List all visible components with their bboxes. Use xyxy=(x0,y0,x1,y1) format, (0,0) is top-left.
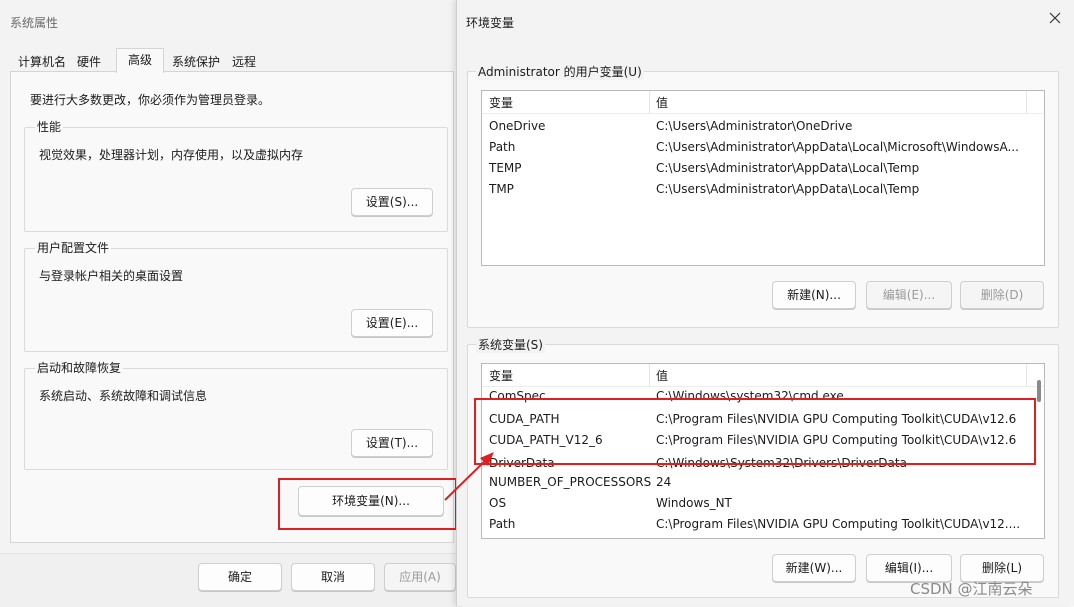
user-profiles-group-label: 用户配置文件 xyxy=(35,239,112,256)
column-header-variable[interactable]: 变量 xyxy=(489,367,513,384)
user-edit-button[interactable]: 编辑(E)... xyxy=(866,281,952,309)
variable-value: C:\Windows\System32\Drivers\DriverData xyxy=(656,456,907,470)
system-variables-section: 系统变量(S) 变量 值 ComSpec C:\Windows\system32… xyxy=(467,336,1059,598)
variable-value: C:\Users\Administrator\AppData\Local\Mic… xyxy=(656,140,1019,154)
user-profiles-group: 用户配置文件 与登录帐户相关的桌面设置 设置(E)... xyxy=(24,239,448,352)
variable-name: NUMBER_OF_PROCESSORS xyxy=(489,475,652,489)
variable-value: C:\Windows\system32\cmd.exe xyxy=(656,389,844,403)
variable-name: Path xyxy=(489,140,516,154)
list-item[interactable]: DriverData C:\Windows\System32\Drivers\D… xyxy=(482,453,1044,474)
variable-value: C:\Users\Administrator\AppData\Local\Tem… xyxy=(656,182,920,196)
column-header-value[interactable]: 值 xyxy=(656,94,668,111)
list-item[interactable]: NUMBER_OF_PROCESSORS 24 xyxy=(482,472,1044,493)
startup-recovery-group: 启动和故障恢复 系统启动、系统故障和调试信息 设置(T)... xyxy=(24,359,448,470)
startup-recovery-description: 系统启动、系统故障和调试信息 xyxy=(39,389,208,403)
watermark: CSDN @江南云朵 xyxy=(910,580,1033,598)
user-delete-button[interactable]: 删除(D) xyxy=(960,281,1044,309)
variable-name: TEMP xyxy=(489,161,522,175)
list-item[interactable]: CUDA_PATH_V12_6 C:\Program Files\NVIDIA … xyxy=(482,430,1044,451)
variable-name: Path xyxy=(489,517,516,531)
user-variables-list[interactable]: 变量 值 OneDrive C:\Users\Administrator\One… xyxy=(481,90,1045,266)
user-profiles-description: 与登录帐户相关的桌面设置 xyxy=(39,269,184,283)
performance-settings-button[interactable]: 设置(S)... xyxy=(351,188,433,216)
tab-advanced[interactable]: 高级 xyxy=(116,48,164,73)
close-icon[interactable] xyxy=(1047,10,1063,26)
user-profiles-settings-button[interactable]: 设置(E)... xyxy=(351,309,433,337)
variable-value: C:\Program Files\NVIDIA GPU Computing To… xyxy=(656,517,1021,531)
column-header-variable[interactable]: 变量 xyxy=(489,94,513,111)
cancel-button[interactable]: 取消 xyxy=(291,563,375,591)
column-divider xyxy=(1026,91,1027,113)
list-item[interactable]: TEMP C:\Users\Administrator\AppData\Loca… xyxy=(482,158,1044,179)
variable-value: Windows_NT xyxy=(656,496,732,510)
variable-value: C:\Program Files\NVIDIA GPU Computing To… xyxy=(656,412,1017,426)
user-new-button[interactable]: 新建(N)... xyxy=(772,281,856,309)
user-list-header: 变量 值 xyxy=(482,91,1044,114)
performance-description: 视觉效果，处理器计划，内存使用，以及虚拟内存 xyxy=(39,148,304,162)
tab-system-protection[interactable]: 系统保护 xyxy=(168,52,224,72)
system-new-button[interactable]: 新建(W)... xyxy=(772,554,856,582)
startup-recovery-settings-button[interactable]: 设置(T)... xyxy=(351,429,433,457)
system-variables-list[interactable]: 变量 值 ComSpec C:\Windows\system32\cmd.exe… xyxy=(481,363,1045,539)
environment-variables-dialog: 环境变量 Administrator 的用户变量(U) 变量 值 OneDriv… xyxy=(456,0,1074,606)
apply-button[interactable]: 应用(A) xyxy=(384,563,456,591)
column-header-value[interactable]: 值 xyxy=(656,367,668,384)
tab-computer-name[interactable]: 计算机名 xyxy=(14,52,70,72)
list-item[interactable]: Path C:\Program Files\NVIDIA GPU Computi… xyxy=(482,514,1044,535)
column-divider xyxy=(649,364,650,386)
ok-button[interactable]: 确定 xyxy=(198,563,282,591)
list-item[interactable]: Path C:\Users\Administrator\AppData\Loca… xyxy=(482,137,1044,158)
tab-hardware[interactable]: 硬件 xyxy=(72,52,106,72)
user-variables-section: Administrator 的用户变量(U) 变量 值 OneDrive C:\… xyxy=(467,63,1059,328)
environment-variables-button[interactable]: 环境变量(N)... xyxy=(298,486,444,516)
variable-value: 24 xyxy=(656,475,672,489)
variable-name: OneDrive xyxy=(489,119,546,133)
variable-value: C:\Users\Administrator\OneDrive xyxy=(656,119,853,133)
variable-name: DriverData xyxy=(489,456,555,470)
tab-remote[interactable]: 远程 xyxy=(226,52,262,72)
variable-name: TMP xyxy=(489,182,514,196)
environment-variables-title: 环境变量 xyxy=(466,16,515,30)
performance-group: 性能 视觉效果，处理器计划，内存使用，以及虚拟内存 设置(S)... xyxy=(24,118,448,232)
performance-group-label: 性能 xyxy=(35,118,64,135)
system-list-header: 变量 值 xyxy=(482,364,1044,387)
list-item[interactable]: ComSpec C:\Windows\system32\cmd.exe xyxy=(482,386,1044,407)
list-item[interactable]: CUDA_PATH C:\Program Files\NVIDIA GPU Co… xyxy=(482,409,1044,430)
list-item[interactable]: OS Windows_NT xyxy=(482,493,1044,514)
list-item[interactable]: OneDrive C:\Users\Administrator\OneDrive xyxy=(482,116,1044,137)
variable-name: CUDA_PATH xyxy=(489,412,560,426)
system-properties-title: 系统属性 xyxy=(10,16,59,30)
variable-name: ComSpec xyxy=(489,389,546,403)
column-divider xyxy=(1026,364,1027,386)
variable-name: CUDA_PATH_V12_6 xyxy=(489,433,603,447)
list-item[interactable]: TMP C:\Users\Administrator\AppData\Local… xyxy=(482,179,1044,200)
variable-name: OS xyxy=(489,496,507,510)
startup-recovery-group-label: 启动和故障恢复 xyxy=(35,359,124,376)
variable-value: C:\Program Files\NVIDIA GPU Computing To… xyxy=(656,433,1017,447)
tab-strip: 计算机名 硬件 高级 系统保护 远程 xyxy=(10,48,452,73)
column-divider xyxy=(649,91,650,113)
admin-note: 要进行大多数更改，你必须作为管理员登录。 xyxy=(30,93,271,107)
scrollbar-thumb[interactable] xyxy=(1037,380,1041,402)
system-properties-dialog: 系统属性 计算机名 硬件 高级 系统保护 远程 要进行大多数更改，你必须作为管理… xyxy=(0,0,463,607)
variable-value: C:\Users\Administrator\AppData\Local\Tem… xyxy=(656,161,920,175)
user-variables-label: Administrator 的用户变量(U) xyxy=(476,63,644,80)
system-variables-label: 系统变量(S) xyxy=(476,336,545,353)
